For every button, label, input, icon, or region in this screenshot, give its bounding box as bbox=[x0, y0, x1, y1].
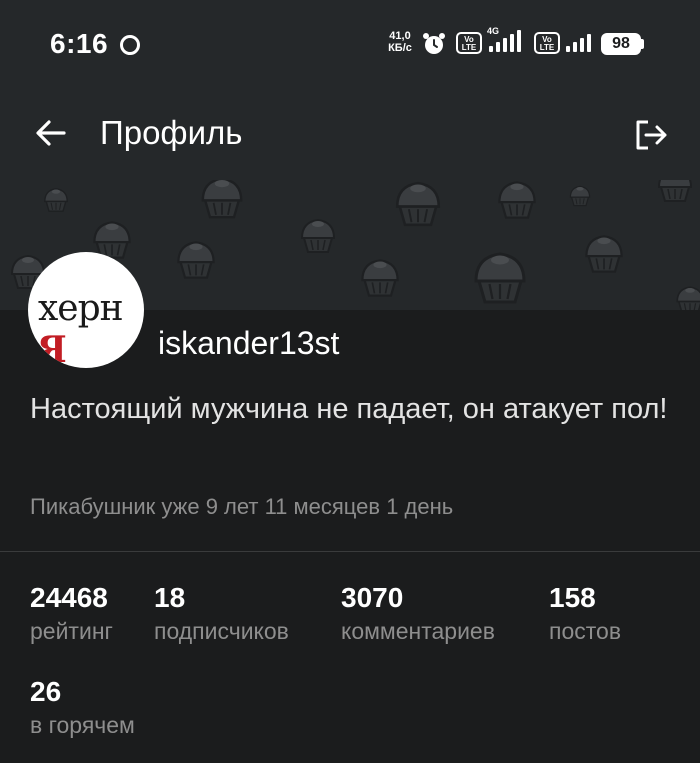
back-arrow-icon[interactable] bbox=[34, 116, 68, 150]
status-indicator-icon bbox=[120, 35, 140, 55]
stat-value: 3070 bbox=[341, 582, 404, 613]
signal-strength-icon bbox=[487, 28, 523, 58]
status-bar: 6:16 41,0 КБ/с Vo LTE 4G Vo LTE 98 bbox=[0, 0, 700, 92]
network-speed: 41,0 КБ/с bbox=[384, 30, 416, 54]
volte-icon-2: Vo LTE bbox=[534, 32, 560, 54]
stat-value: 24468 bbox=[30, 582, 108, 613]
stat-posts[interactable]: 158 постов bbox=[549, 582, 621, 646]
network-speed-value: 41,0 bbox=[389, 30, 411, 42]
stat-comments[interactable]: 3070 комментариев bbox=[341, 582, 495, 646]
logout-icon[interactable] bbox=[634, 118, 668, 152]
network-speed-unit: КБ/с bbox=[388, 42, 412, 54]
stat-value: 26 bbox=[30, 676, 62, 707]
stat-label: комментариев bbox=[341, 618, 495, 644]
volte-icon: Vo LTE bbox=[456, 32, 482, 54]
stat-label: рейтинг bbox=[30, 618, 113, 644]
page-title: Профиль bbox=[100, 114, 243, 151]
divider bbox=[0, 551, 700, 552]
profile-bio: Настоящий мужчина не падает, он атакует … bbox=[30, 393, 668, 425]
avatar-logo: хернR bbox=[38, 288, 124, 368]
stat-value: 18 bbox=[154, 582, 186, 613]
avatar[interactable]: хернR bbox=[28, 252, 144, 368]
stat-rating: 24468 рейтинг bbox=[30, 582, 113, 646]
battery-level: 98 bbox=[612, 35, 630, 52]
app-bar: Профиль bbox=[0, 92, 700, 180]
status-time: 6:16 bbox=[50, 28, 109, 59]
username: iskander13st bbox=[158, 325, 340, 361]
stat-label: подписчиков bbox=[154, 618, 289, 644]
signal-strength-icon-2 bbox=[564, 28, 598, 58]
stat-subscribers[interactable]: 18 подписчиков bbox=[154, 582, 289, 646]
battery-icon: 98 bbox=[601, 33, 641, 55]
stat-value: 158 bbox=[549, 582, 596, 613]
member-since: Пикабушник уже 9 лет 11 месяцев 1 день bbox=[30, 494, 454, 519]
stat-hot[interactable]: 26 в горячем bbox=[30, 676, 135, 740]
alarm-icon bbox=[423, 33, 445, 54]
stat-label: в горячем bbox=[30, 712, 135, 738]
stat-label: постов bbox=[549, 618, 622, 644]
